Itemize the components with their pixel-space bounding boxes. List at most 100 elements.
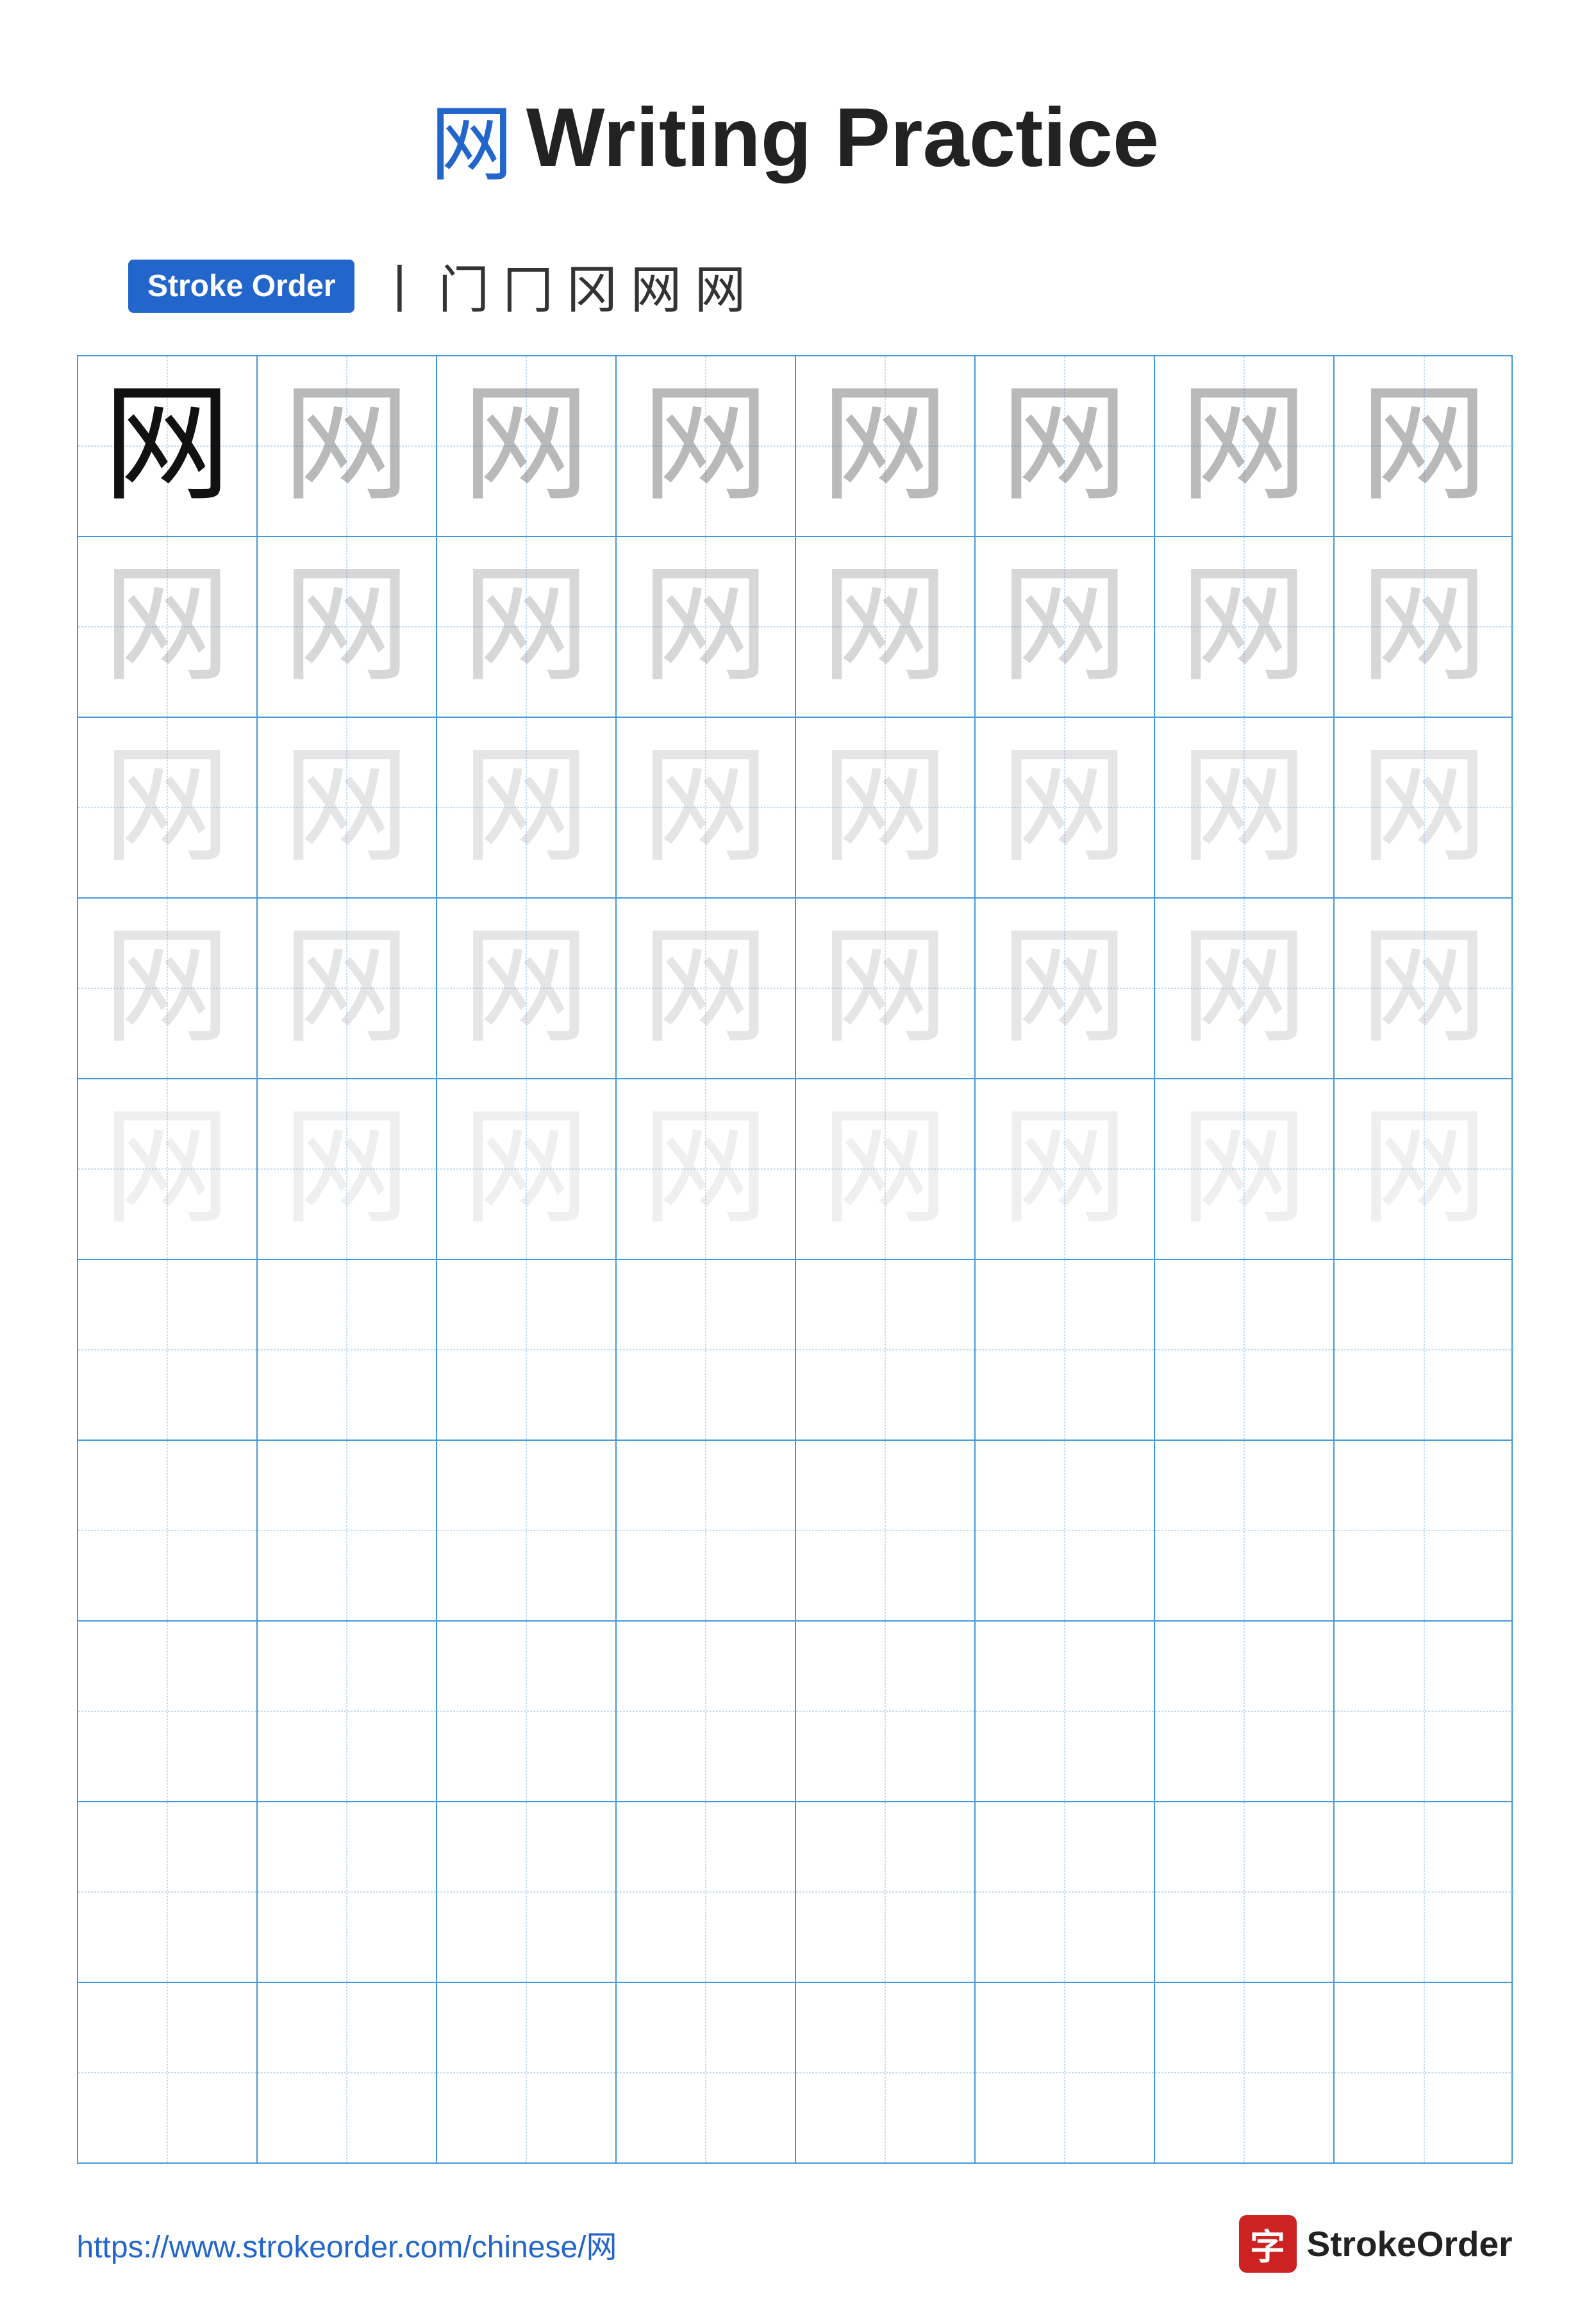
grid-cell-empty[interactable] [1155,1260,1335,1440]
stroke-order-badge: Stroke Order [128,260,354,313]
title-row: 网 Writing Practice [430,77,1159,197]
practice-char: 网 [462,563,590,691]
grid-cell[interactable]: 网 [976,537,1155,717]
practice-char: 网 [282,924,410,1052]
practice-char: 网 [103,563,231,691]
grid-cell-empty[interactable] [1155,1441,1335,1620]
grid-cell[interactable]: 网 [976,718,1155,897]
grid-cell[interactable]: 网 [78,537,258,717]
grid-cell-empty[interactable] [617,1260,796,1440]
grid-cell-empty[interactable] [976,1260,1155,1440]
grid-cell-empty[interactable] [1335,1622,1514,1801]
grid-cell[interactable]: 网 [78,899,258,1078]
grid-cell[interactable]: 网 [617,899,796,1078]
grid-cell[interactable]: 网 [258,718,437,897]
grid-cell-empty[interactable] [437,1260,617,1440]
practice-grid: 网 网 网 网 网 网 网 网 [77,355,1513,2164]
grid-cell[interactable]: 网 [1155,537,1335,717]
practice-char: 网 [820,382,949,510]
grid-cell[interactable]: 网 [796,899,976,1078]
grid-cell-empty[interactable] [258,1802,437,1982]
footer-logo-text: StrokeOrder [1307,2223,1513,2264]
practice-char: 网 [641,924,769,1052]
grid-cell[interactable]: 网 [1155,356,1335,536]
grid-cell[interactable]: 网 [1335,1079,1514,1259]
practice-char: 网 [1179,924,1308,1052]
grid-cell[interactable]: 网 [976,899,1155,1078]
grid-cell[interactable]: 网 [1335,899,1514,1078]
grid-cell-empty[interactable] [1155,1802,1335,1982]
grid-cell[interactable]: 网 [437,899,617,1078]
grid-cell[interactable]: 网 [976,356,1155,536]
grid-cell[interactable]: 网 [258,899,437,1078]
grid-cell-empty[interactable] [1335,1260,1514,1440]
grid-cell-empty[interactable] [617,1802,796,1982]
grid-cell[interactable]: 网 [617,537,796,717]
grid-cell-empty[interactable] [1335,1983,1514,2162]
grid-cell-empty[interactable] [1335,1441,1514,1620]
grid-cell[interactable]: 网 [437,537,617,717]
grid-cell[interactable]: 网 [796,718,976,897]
grid-cell-empty[interactable] [1155,1622,1335,1801]
grid-cell[interactable]: 网 [976,1079,1155,1259]
practice-char: 网 [282,563,410,691]
grid-cell-empty[interactable] [976,1983,1155,2162]
grid-cell-empty[interactable] [78,1441,258,1620]
grid-cell-empty[interactable] [796,1441,976,1620]
grid-cell-empty[interactable] [1155,1983,1335,2162]
grid-cell-empty[interactable] [78,1983,258,2162]
grid-cell-empty[interactable] [258,1441,437,1620]
grid-cell[interactable]: 网 [796,1079,976,1259]
grid-cell[interactable]: 网 [258,537,437,717]
grid-cell-empty[interactable] [78,1802,258,1982]
grid-cell-empty[interactable] [78,1622,258,1801]
grid-cell[interactable]: 网 [1335,718,1514,897]
grid-cell[interactable]: 网 [1335,356,1514,536]
grid-cell-empty[interactable] [796,1983,976,2162]
grid-cell-empty[interactable] [437,1441,617,1620]
grid-cell-empty[interactable] [796,1622,976,1801]
grid-cell[interactable]: 网 [78,356,258,536]
grid-cell-empty[interactable] [617,1983,796,2162]
grid-cell[interactable]: 网 [617,356,796,536]
grid-cell[interactable]: 网 [258,356,437,536]
footer-url[interactable]: https://www.strokeorder.com/chinese/网 [77,2221,617,2266]
grid-cell-empty[interactable] [796,1802,976,1982]
grid-cell[interactable]: 网 [78,718,258,897]
grid-cell[interactable]: 网 [1335,537,1514,717]
grid-row: 网 网 网 网 网 网 网 网 [78,537,1511,718]
practice-char: 网 [462,382,590,510]
grid-cell-empty[interactable] [976,1802,1155,1982]
grid-cell[interactable]: 网 [1155,1079,1335,1259]
practice-char: 网 [103,924,231,1052]
grid-cell[interactable]: 网 [617,718,796,897]
grid-cell-empty[interactable] [78,1260,258,1440]
page-title: Writing Practice [526,89,1159,185]
practice-char: 网 [641,743,769,872]
grid-cell-empty[interactable] [976,1441,1155,1620]
practice-char: 网 [1179,1105,1308,1233]
grid-cell-empty[interactable] [437,1802,617,1982]
grid-cell-empty[interactable] [617,1622,796,1801]
grid-cell-empty[interactable] [437,1983,617,2162]
grid-cell-empty[interactable] [617,1441,796,1620]
grid-cell-empty[interactable] [258,1622,437,1801]
grid-cell[interactable]: 网 [796,356,976,536]
grid-cell-empty[interactable] [976,1622,1155,1801]
grid-cell[interactable]: 网 [437,356,617,536]
grid-cell[interactable]: 网 [1155,899,1335,1078]
grid-cell-empty[interactable] [1335,1802,1514,1982]
grid-row: 网 网 网 网 网 网 网 网 [78,356,1511,537]
grid-cell-empty[interactable] [258,1983,437,2162]
grid-cell[interactable]: 网 [437,1079,617,1259]
grid-cell-empty[interactable] [796,1260,976,1440]
practice-char: 网 [1360,563,1488,691]
grid-cell-empty[interactable] [258,1260,437,1440]
grid-cell[interactable]: 网 [1155,718,1335,897]
grid-cell-empty[interactable] [437,1622,617,1801]
grid-cell[interactable]: 网 [437,718,617,897]
grid-cell[interactable]: 网 [617,1079,796,1259]
grid-cell[interactable]: 网 [78,1079,258,1259]
grid-cell[interactable]: 网 [796,537,976,717]
grid-cell[interactable]: 网 [258,1079,437,1259]
